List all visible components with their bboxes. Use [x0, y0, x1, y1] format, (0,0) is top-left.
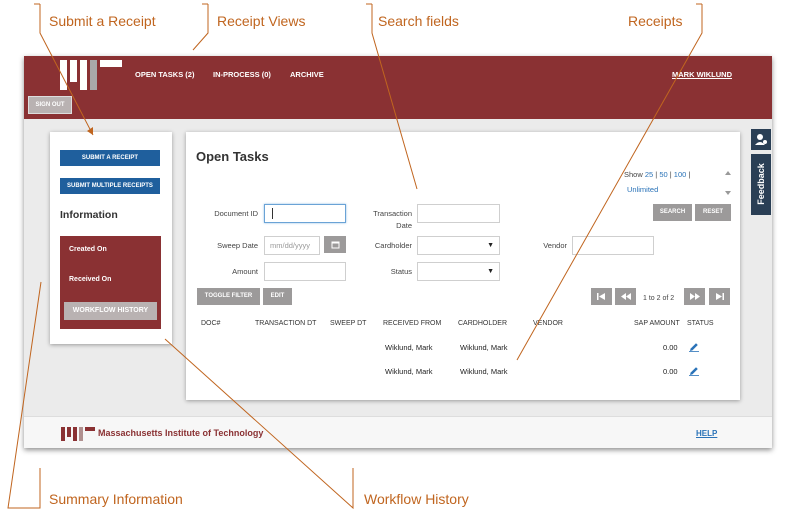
- sap-amount-cell: 0.00: [663, 343, 678, 352]
- last-page-icon: [716, 293, 724, 300]
- callout-workflow-history: Workflow History: [364, 491, 469, 507]
- open-tasks-panel: Open Tasks Show 25 | 50 | 100 | Unlimite…: [186, 132, 740, 400]
- transaction-date-input[interactable]: [417, 204, 500, 223]
- submit-multiple-receipts-button[interactable]: SUBMIT MULTIPLE RECEIPTS: [60, 178, 160, 194]
- prev-page-icon: [620, 293, 631, 300]
- institution-name: Massachusetts Institute of Technology: [98, 428, 264, 438]
- mit-footer-logo: [61, 427, 95, 441]
- search-button[interactable]: SEARCH: [653, 204, 692, 221]
- callout-summary-information: Summary Information: [49, 491, 183, 507]
- column-header-vendor[interactable]: VENDOR: [533, 320, 563, 327]
- calendar-icon: [331, 241, 339, 249]
- pencil-icon[interactable]: [689, 366, 699, 376]
- callout-submit-receipt: Submit a Receipt: [49, 13, 156, 29]
- pager-status: 1 to 2 of 2: [643, 295, 675, 302]
- edit-button[interactable]: EDIT: [263, 288, 292, 305]
- vendor-label: Vendor: [543, 241, 567, 250]
- summary-panel: SUBMIT A RECEIPT SUBMIT MULTIPLE RECEIPT…: [50, 132, 172, 344]
- column-header-received-from[interactable]: RECEIVED FROM: [383, 320, 441, 327]
- column-header-sweep-dt[interactable]: SWEEP DT: [330, 320, 366, 327]
- created-on-label: Created On: [69, 246, 107, 253]
- document-id-label: Document ID: [214, 209, 258, 218]
- dropdown-arrow-icon: ▼: [487, 242, 494, 249]
- callout-search-fields: Search fields: [378, 13, 459, 29]
- next-page-icon: [689, 293, 700, 300]
- sweep-date-label: Sweep Date: [217, 241, 258, 250]
- help-link[interactable]: HELP: [696, 429, 717, 438]
- nav-in-process[interactable]: IN-PROCESS (0): [213, 70, 271, 79]
- app-window: OPEN TASKS (2) IN-PROCESS (0) ARCHIVE MA…: [24, 56, 772, 448]
- page-size-50[interactable]: 50: [659, 170, 667, 179]
- next-page-button[interactable]: [684, 288, 705, 305]
- prev-page-button[interactable]: [615, 288, 636, 305]
- page-size-selector: Show 25 | 50 | 100 | Unlimited: [624, 170, 691, 194]
- transaction-date-label: Transaction Date: [373, 209, 412, 230]
- callout-receipts: Receipts: [628, 13, 683, 29]
- page-size-unlimited[interactable]: Unlimited: [627, 185, 658, 194]
- mit-logo: [60, 60, 122, 90]
- cardholder-select[interactable]: ▼: [417, 236, 500, 255]
- first-page-icon: [597, 293, 605, 300]
- nav-archive[interactable]: ARCHIVE: [290, 70, 324, 79]
- page-size-100[interactable]: 100: [674, 170, 687, 179]
- submit-receipt-button[interactable]: SUBMIT A RECEIPT: [60, 150, 160, 166]
- column-header-transaction-dt[interactable]: TRANSACTION DT: [255, 320, 316, 327]
- page-title: Open Tasks: [196, 149, 269, 164]
- footer: Massachusetts Institute of Technology HE…: [24, 416, 772, 448]
- information-box: Created On Received On WORKFLOW HISTORY: [60, 236, 161, 329]
- status-select[interactable]: ▼: [417, 262, 500, 281]
- top-header: OPEN TASKS (2) IN-PROCESS (0) ARCHIVE MA…: [24, 56, 772, 119]
- information-heading: Information: [60, 209, 118, 221]
- page-size-scrollbar[interactable]: [724, 168, 732, 198]
- cardholder-cell: Wiklund, Mark: [460, 343, 508, 352]
- first-page-button[interactable]: [591, 288, 612, 305]
- reset-button[interactable]: RESET: [695, 204, 731, 221]
- nav-open-tasks[interactable]: OPEN TASKS (2): [135, 70, 194, 79]
- received-from-cell: Wiklund, Mark: [385, 367, 433, 376]
- pencil-icon[interactable]: [689, 342, 699, 352]
- received-on-label: Received On: [69, 276, 112, 283]
- page-size-25[interactable]: 25: [645, 170, 653, 179]
- workflow-history-button[interactable]: WORKFLOW HISTORY: [64, 302, 157, 320]
- sign-out-button[interactable]: SIGN OUT: [28, 96, 72, 114]
- sap-amount-cell: 0.00: [663, 367, 678, 376]
- document-id-input[interactable]: [264, 204, 346, 223]
- status-label: Status: [390, 267, 412, 276]
- column-header-cardholder[interactable]: CARDHOLDER: [458, 320, 507, 327]
- user-name-link[interactable]: MARK WIKLUND: [672, 70, 732, 79]
- show-label: Show: [624, 170, 643, 179]
- feedback-label: Feedback: [756, 163, 766, 205]
- received-from-cell: Wiklund, Mark: [385, 343, 433, 352]
- user-icon: [755, 134, 767, 145]
- cardholder-label: Cardholder: [374, 241, 412, 250]
- vendor-input[interactable]: [572, 236, 654, 255]
- callout-receipt-views: Receipt Views: [217, 13, 306, 29]
- dropdown-arrow-icon: ▼: [487, 268, 494, 275]
- toggle-filter-button[interactable]: TOGGLE FILTER: [197, 288, 260, 305]
- sweep-date-input[interactable]: mm/dd/yyyy: [264, 236, 320, 255]
- cardholder-cell: Wiklund, Mark: [460, 367, 508, 376]
- column-header-doc[interactable]: DOC#: [201, 320, 220, 327]
- column-header-sap-amount[interactable]: SAP AMOUNT: [634, 320, 680, 327]
- amount-input[interactable]: [264, 262, 346, 281]
- feedback-tab[interactable]: Feedback: [751, 154, 771, 215]
- amount-label: Amount: [232, 267, 258, 276]
- last-page-button[interactable]: [709, 288, 730, 305]
- calendar-button[interactable]: [324, 236, 346, 253]
- column-header-status[interactable]: STATUS: [687, 320, 714, 327]
- user-settings-tab[interactable]: [751, 129, 771, 150]
